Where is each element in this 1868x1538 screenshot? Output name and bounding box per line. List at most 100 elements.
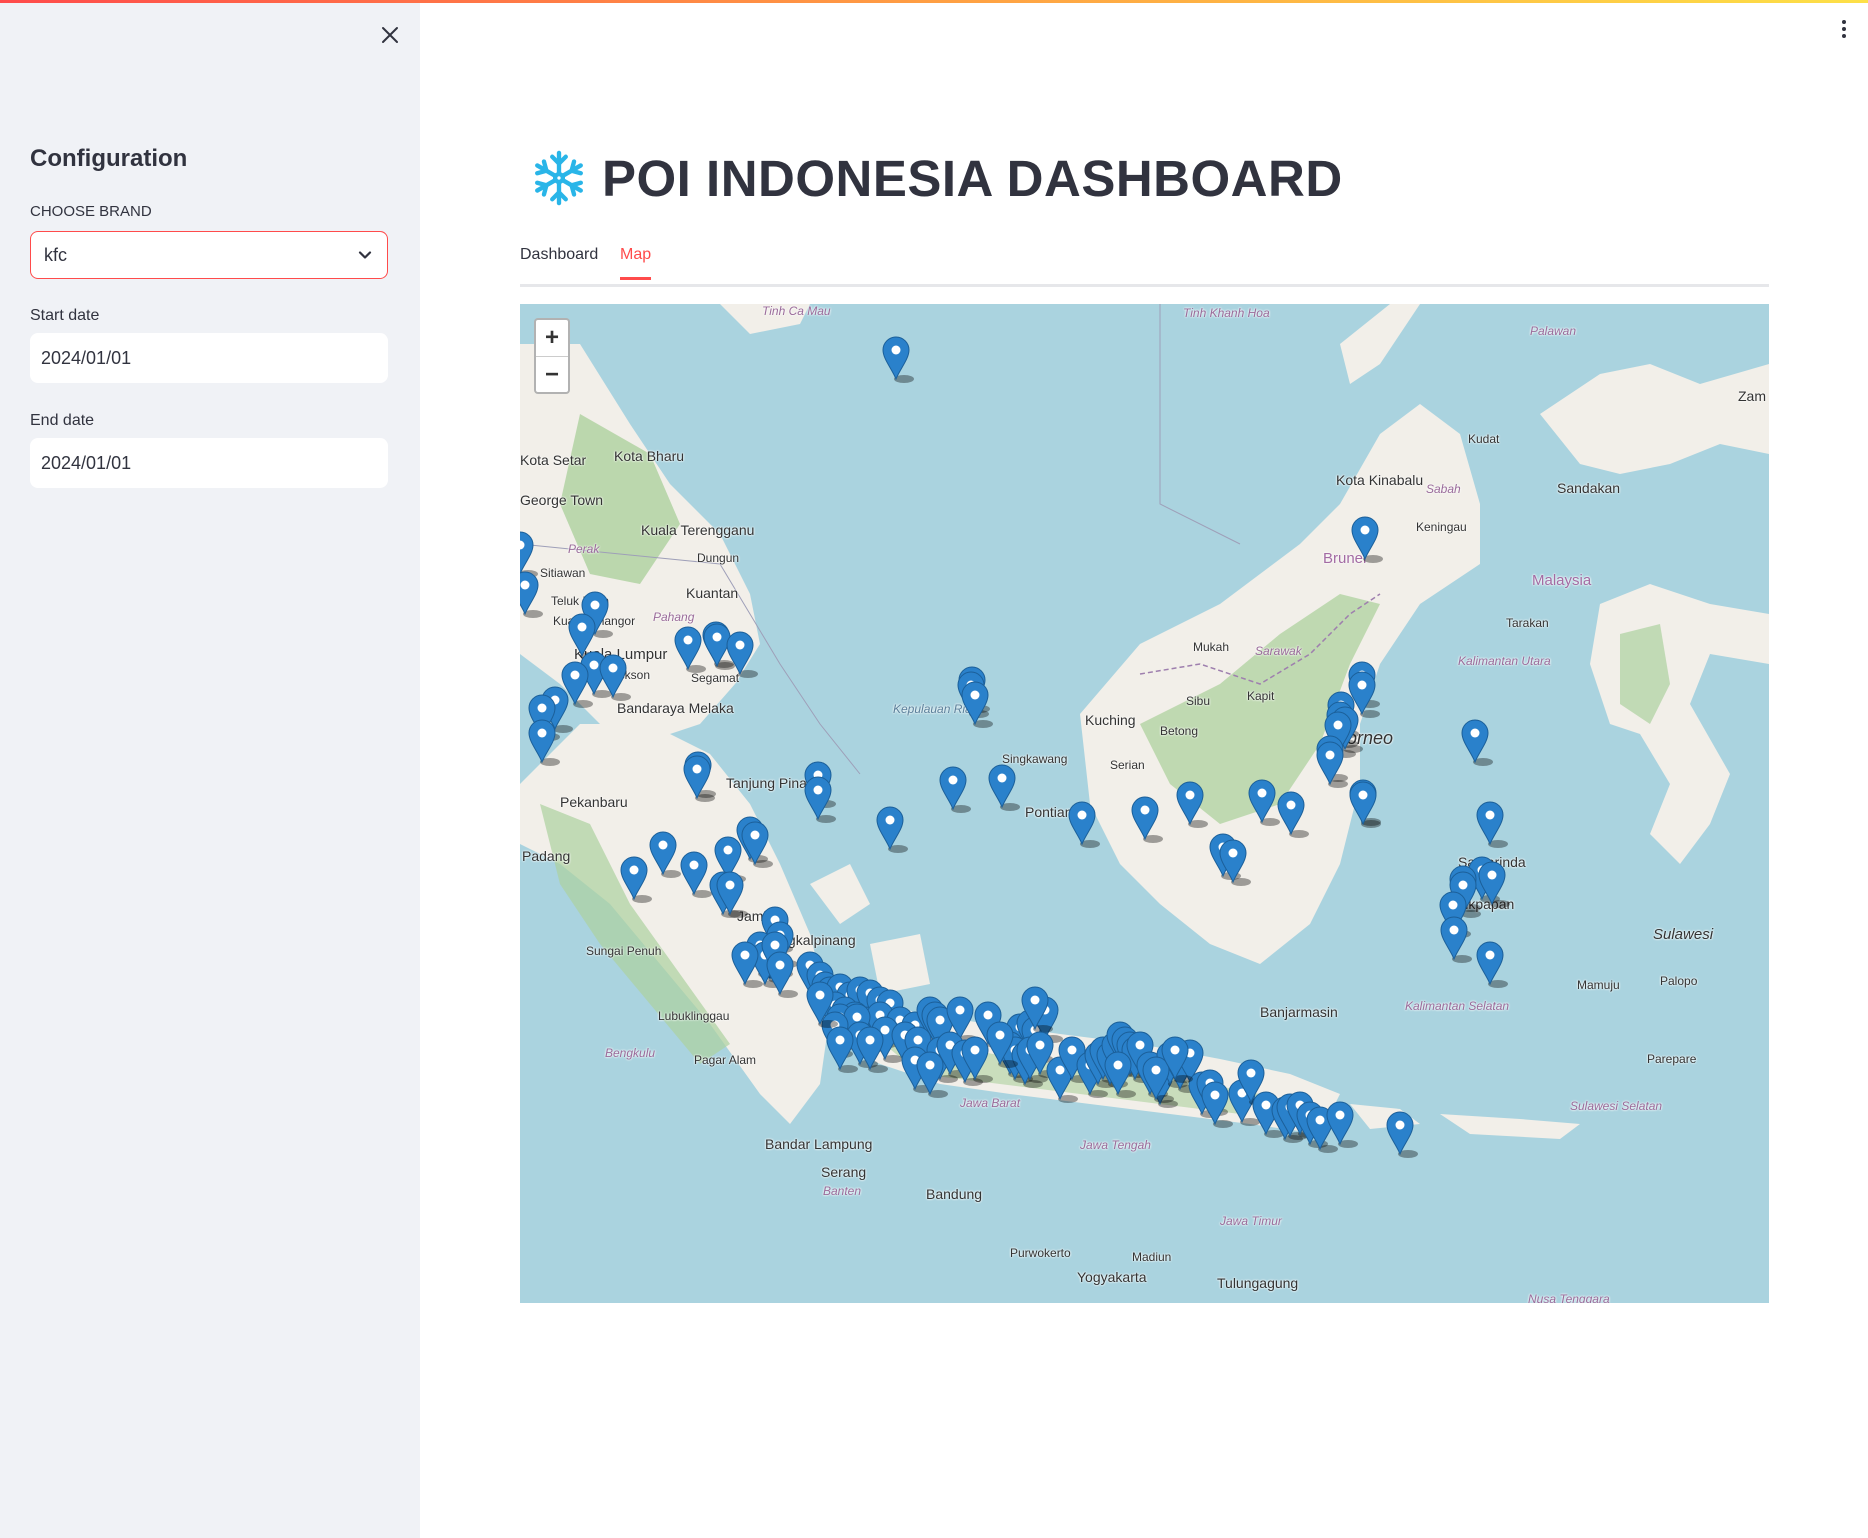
- marker-dot: [935, 1015, 945, 1025]
- marker-dot: [970, 690, 980, 700]
- poi-marker[interactable]: [726, 631, 758, 678]
- main-menu-button[interactable]: [1838, 18, 1850, 46]
- active-tab-indicator: [620, 277, 651, 280]
- marker-dot: [970, 1045, 980, 1055]
- poi-marker[interactable]: [680, 851, 712, 898]
- marker-pin-icon: [649, 831, 677, 876]
- poi-marker[interactable]: [1248, 779, 1280, 826]
- marker-pin-icon: [1176, 781, 1204, 826]
- poi-marker[interactable]: [988, 764, 1020, 811]
- marker-dot: [1315, 1115, 1325, 1125]
- brand-select[interactable]: kfc: [30, 231, 388, 279]
- marker-dot: [880, 1025, 890, 1035]
- marker-dot: [723, 845, 733, 855]
- marker-dot: [1470, 728, 1480, 738]
- poi-marker[interactable]: [876, 806, 908, 853]
- marker-dot: [995, 1030, 1005, 1040]
- brand-select-value: kfc: [44, 245, 68, 265]
- close-icon: [382, 27, 398, 43]
- zoom-out-button[interactable]: −: [536, 357, 568, 393]
- zoom-in-button[interactable]: +: [536, 320, 568, 357]
- marker-dot: [570, 670, 580, 680]
- end-date-input[interactable]: 2024/01/01: [30, 438, 388, 488]
- poi-marker[interactable]: [961, 681, 993, 728]
- marker-dot: [1485, 950, 1495, 960]
- marker-dot: [1228, 848, 1238, 858]
- marker-dot: [770, 940, 780, 950]
- poi-marker[interactable]: [1386, 1111, 1418, 1158]
- marker-dot: [1030, 995, 1040, 1005]
- marker-pin-icon: [674, 626, 702, 671]
- marker-dot: [1333, 720, 1343, 730]
- marker-dot: [891, 345, 901, 355]
- poi-marker[interactable]: [1176, 781, 1208, 828]
- marker-dot: [1448, 900, 1458, 910]
- poi-marker[interactable]: [1476, 941, 1508, 988]
- poi-marker[interactable]: [766, 951, 798, 998]
- marker-dot: [1261, 1100, 1271, 1110]
- start-date-value: 2024/01/01: [41, 348, 132, 368]
- poi-marker[interactable]: [1201, 1081, 1233, 1128]
- marker-dot: [955, 1005, 965, 1015]
- marker-dot: [885, 815, 895, 825]
- tab-dashboard[interactable]: Dashboard: [520, 246, 598, 264]
- poi-marker[interactable]: [1440, 916, 1472, 963]
- marker-dot: [712, 632, 722, 642]
- poi-marker[interactable]: [1476, 801, 1508, 848]
- end-date-value: 2024/01/01: [41, 453, 132, 473]
- marker-dot: [865, 1035, 875, 1045]
- marker-dot: [692, 764, 702, 774]
- poi-marker[interactable]: [620, 856, 652, 903]
- marker-dot: [1077, 810, 1087, 820]
- marker-pin-icon: [1326, 1101, 1354, 1146]
- poi-marker[interactable]: [1277, 791, 1309, 838]
- chevron-down-icon: [358, 251, 372, 259]
- poi-marker[interactable]: [939, 766, 971, 813]
- poi-marker[interactable]: [1219, 839, 1251, 886]
- marker-pin-icon: [988, 764, 1016, 809]
- poi-marker[interactable]: [1326, 1101, 1358, 1148]
- marker-dot: [725, 880, 735, 890]
- marker-pin-icon: [620, 856, 648, 901]
- kebab-dot-icon: [1842, 20, 1846, 24]
- marker-pin-icon: [1277, 791, 1305, 836]
- marker-pin-icon: [703, 623, 731, 668]
- poi-marker[interactable]: [1131, 796, 1163, 843]
- marker-dot: [735, 640, 745, 650]
- poi-marker[interactable]: [674, 626, 706, 673]
- marker-dot: [835, 1035, 845, 1045]
- poi-marker[interactable]: [1349, 781, 1381, 828]
- close-sidebar-button[interactable]: [375, 20, 405, 50]
- poi-marker[interactable]: [1461, 719, 1493, 766]
- marker-dot: [1257, 788, 1267, 798]
- kebab-dot-icon: [1842, 27, 1846, 31]
- marker-dot: [1170, 1045, 1180, 1055]
- poi-marker[interactable]: [520, 571, 543, 618]
- marker-pin-icon: [520, 531, 534, 576]
- marker-dot: [590, 600, 600, 610]
- poi-marker[interactable]: [1068, 801, 1100, 848]
- poi-marker[interactable]: [804, 776, 836, 823]
- marker-pin-icon: [882, 336, 910, 381]
- marker-dot: [750, 830, 760, 840]
- marker-dot: [1449, 925, 1459, 935]
- poi-marker[interactable]: [741, 821, 773, 868]
- marker-pin-icon: [826, 1026, 854, 1071]
- poi-marker[interactable]: [520, 531, 538, 578]
- poi-marker[interactable]: [882, 336, 914, 383]
- tab-map[interactable]: Map: [620, 246, 651, 264]
- start-date-input[interactable]: 2024/01/01: [30, 333, 388, 383]
- map-view[interactable]: Kota Bharu Kuala Terengganu Dungun Kuant…: [520, 304, 1769, 1303]
- marker-pin-icon: [1131, 796, 1159, 841]
- marker-pin-icon: [731, 941, 759, 986]
- marker-pin-icon: [1201, 1081, 1229, 1126]
- marker-pin-icon: [1476, 801, 1504, 846]
- poi-marker[interactable]: [1351, 516, 1383, 563]
- marker-dot: [1335, 1110, 1345, 1120]
- page-header: POI INDONESIA DASHBOARD: [530, 148, 1343, 208]
- marker-dot: [983, 1010, 993, 1020]
- marker-dot: [1035, 1040, 1045, 1050]
- poi-marker[interactable]: [649, 831, 681, 878]
- marker-dot: [1067, 1045, 1077, 1055]
- marker-dot: [997, 773, 1007, 783]
